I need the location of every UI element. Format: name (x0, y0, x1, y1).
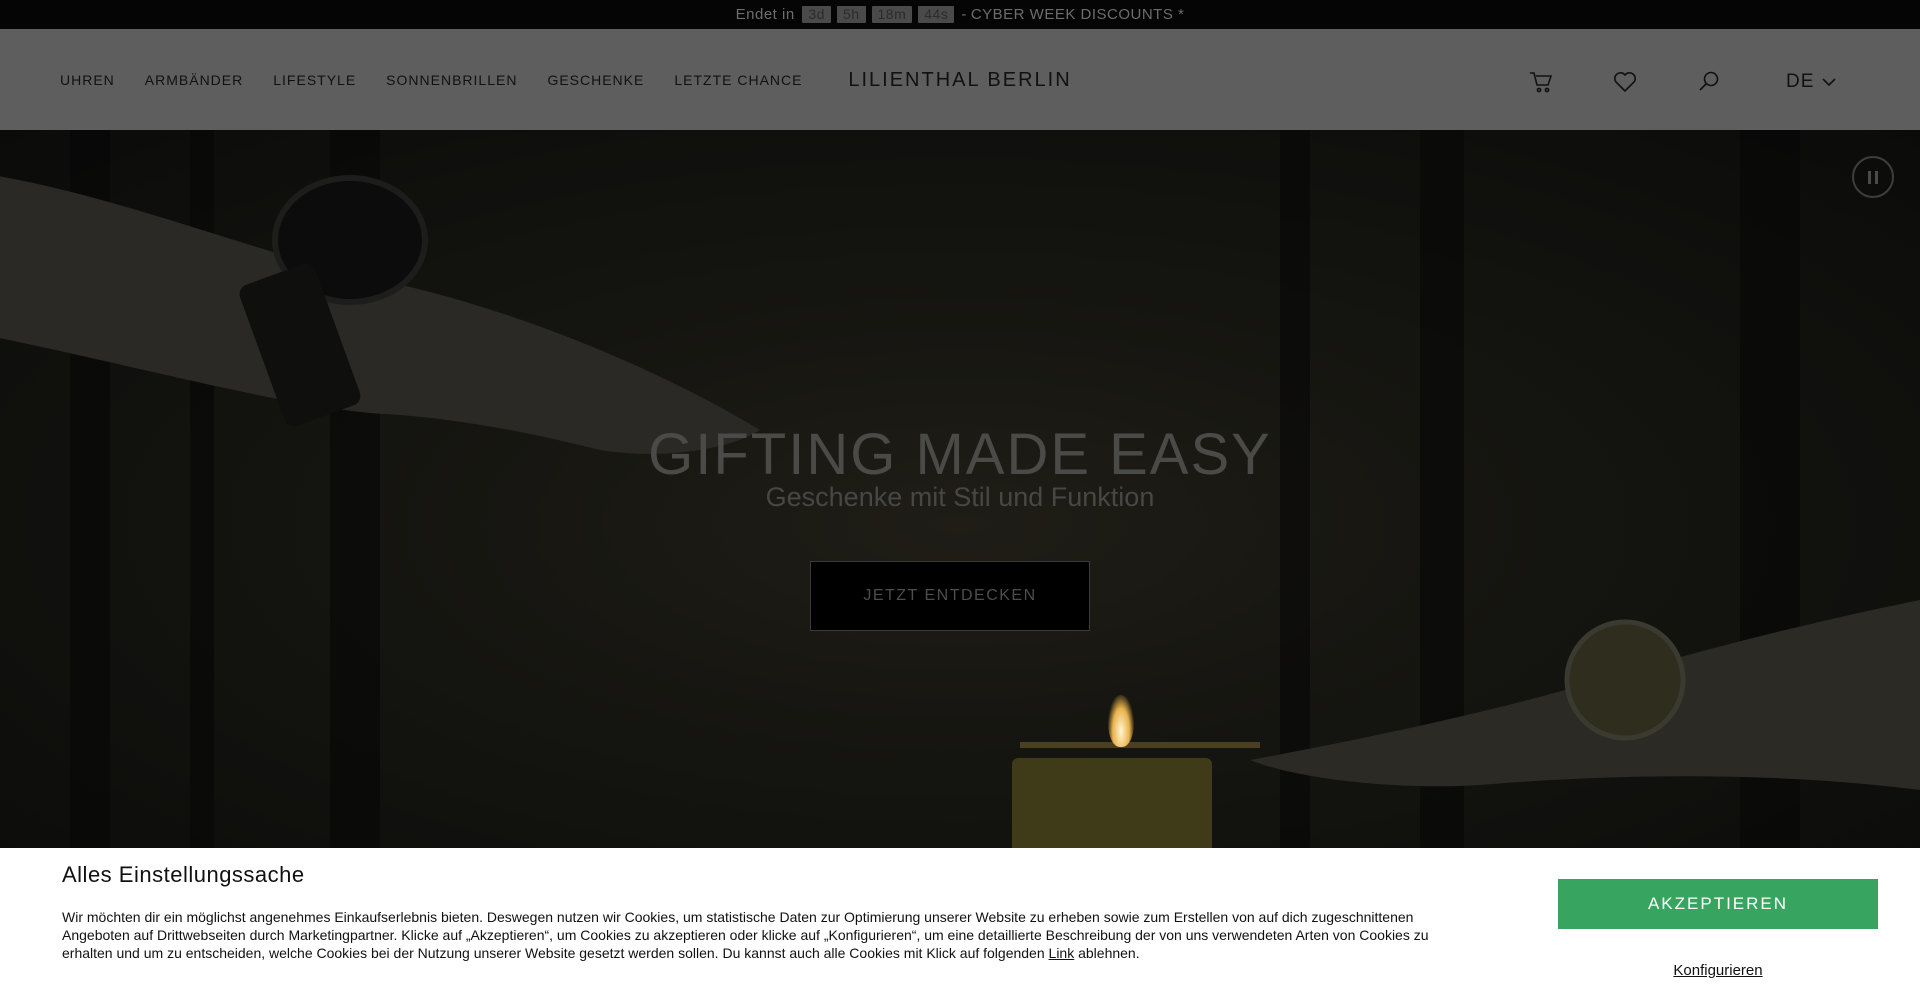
search-icon[interactable] (1696, 69, 1722, 95)
countdown-minutes: 18m (871, 6, 913, 23)
nav-item-sonnenbrillen[interactable]: SONNENBRILLEN (386, 72, 517, 88)
accept-button[interactable]: AKZEPTIEREN (1558, 879, 1878, 929)
hero-subtitle: Geschenke mit Stil und Funktion (765, 482, 1155, 512)
hero-flame (1108, 695, 1134, 747)
nav-item-geschenke[interactable]: GESCHENKE (547, 72, 644, 88)
cookie-text-end: ablehnen. (1078, 945, 1140, 961)
cookie-text: Wir möchten dir ein möglichst angenehmes… (62, 908, 1472, 962)
nav-item-armbaender[interactable]: ARMBÄNDER (145, 72, 243, 88)
site-logo[interactable]: LILIENTHAL BERLIN (848, 69, 1071, 91)
main-nav: UHREN ARMBÄNDER LIFESTYLE SONNENBRILLEN … (60, 29, 832, 130)
site-header: UHREN ARMBÄNDER LIFESTYLE SONNENBRILLEN … (0, 29, 1920, 130)
countdown-seconds: 44s (918, 6, 955, 23)
cart-icon[interactable] (1528, 69, 1554, 95)
pause-icon[interactable] (1852, 156, 1894, 198)
nav-item-uhren[interactable]: UHREN (60, 72, 115, 88)
nav-item-lifestyle[interactable]: LIFESTYLE (273, 72, 356, 88)
hero-candle (1012, 758, 1212, 848)
configure-link[interactable]: Konfigurieren (1558, 962, 1878, 979)
countdown-prefix: Endet in (735, 6, 795, 23)
hero-banner: GIFTING MADE EASY Geschenke mit Stil und… (0, 130, 1920, 848)
cookie-text-main: Wir möchten dir ein möglichst angenehmes… (62, 909, 1429, 961)
discover-button[interactable]: JETZT ENTDECKEN (810, 561, 1090, 631)
promo-separator: - (961, 6, 967, 23)
cookie-title: Alles Einstellungssache (62, 862, 305, 887)
cookie-banner: Alles Einstellungssache Wir möchten dir … (0, 848, 1920, 993)
language-label: DE (1786, 71, 1815, 92)
chevron-down-icon (1822, 78, 1836, 87)
heart-icon[interactable] (1612, 69, 1638, 95)
hero-title: GIFTING MADE EASY (648, 421, 1272, 487)
nav-item-letzte-chance[interactable]: LETZTE CHANCE (674, 72, 802, 88)
reject-link[interactable]: Link (1049, 945, 1075, 961)
language-selector[interactable]: DE (1786, 71, 1836, 93)
countdown-days: 3d (802, 6, 831, 23)
promo-text: CYBER WEEK DISCOUNTS * (970, 6, 1185, 23)
promo-bar[interactable]: Endet in 3d 5h 18m 44s - CYBER WEEK DISC… (0, 0, 1920, 29)
countdown-hours: 5h (836, 6, 866, 23)
